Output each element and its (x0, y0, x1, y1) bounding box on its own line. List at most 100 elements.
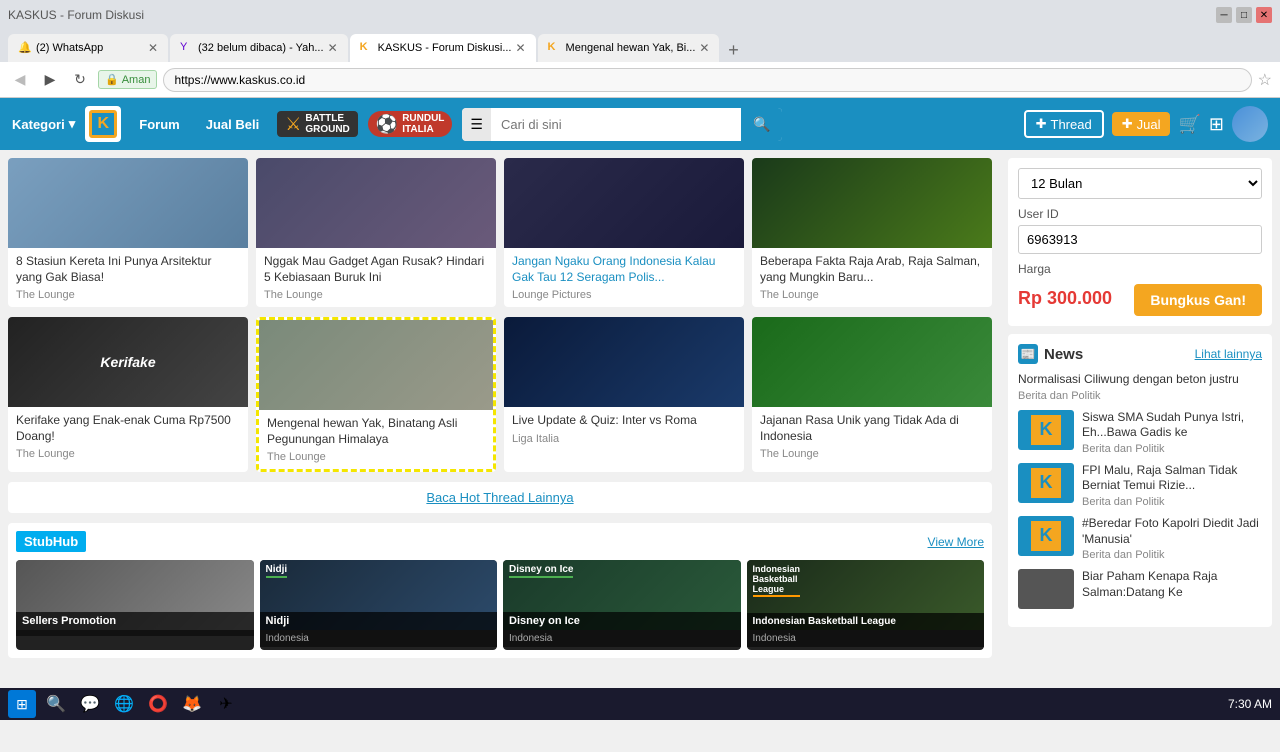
taskbar-mozilla[interactable]: 🦊 (178, 690, 206, 718)
article-card[interactable]: Beberapa Fakta Raja Arab, Raja Salman, y… (752, 158, 992, 307)
news-headline: Normalisasi Ciliwung dengan beton justru (1018, 372, 1262, 388)
news-item[interactable]: Normalisasi Ciliwung dengan beton justru… (1018, 372, 1262, 402)
battle-ground-button[interactable]: ⚔ BATTLE GROUND (277, 111, 358, 137)
event-label: Sellers Promotion (16, 612, 254, 630)
article-info: Beberapa Fakta Raja Arab, Raja Salman, y… (752, 248, 992, 307)
news-item[interactable]: Biar Paham Kenapa Raja Salman:Datang Ke (1018, 569, 1262, 609)
news-category: Berita dan Politik (1082, 496, 1262, 508)
taskbar-telegram[interactable]: ✈ (212, 690, 240, 718)
article-card[interactable]: Jajanan Rasa Unik yang Tidak Ada di Indo… (752, 317, 992, 472)
tab-kaskus[interactable]: K KASKUS - Forum Diskusi... ✕ (350, 34, 536, 62)
forum-nav[interactable]: Forum (131, 117, 187, 132)
event-card-ibl[interactable]: IndonesianBasketballLeague Indonesian Ba… (747, 560, 985, 650)
news-thumbnail: K (1018, 410, 1074, 450)
event-grid: Sellers Promotion Nidji Nidji Indonesia … (16, 560, 984, 650)
header-right: ✚ Thread ✚ Jual 🛒 ⊞ (1024, 106, 1268, 142)
news-category: Berita dan Politik (1018, 390, 1262, 402)
thread-button[interactable]: ✚ Thread (1024, 110, 1104, 138)
yahoo-favicon: Y (180, 41, 194, 55)
kategori-button[interactable]: Kategori ▾ (12, 116, 75, 132)
news-headline: FPI Malu, Raja Salman Tidak Berniat Temu… (1082, 463, 1262, 494)
article-category: The Lounge (760, 448, 984, 460)
stubhub-section: StubHub View More Sellers Promotion Nidj… (8, 523, 992, 658)
article-card[interactable]: Kerifake Kerifake yang Enak-enak Cuma Rp… (8, 317, 248, 472)
search-toggle-button[interactable]: ☰ (462, 108, 491, 141)
taskbar-cortana[interactable]: 💬 (76, 690, 104, 718)
tab-yahoo[interactable]: Y (32 belum dibaca) - Yah... ✕ (170, 34, 348, 62)
article-category: The Lounge (267, 451, 485, 463)
hot-thread-link[interactable]: Baca Hot Thread Lainnya (8, 482, 992, 513)
news-item[interactable]: K FPI Malu, Raja Salman Tidak Berniat Te… (1018, 463, 1262, 508)
bungkus-button[interactable]: Bungkus Gan! (1134, 284, 1262, 316)
user-avatar[interactable] (1232, 106, 1268, 142)
event-card-nidji[interactable]: Nidji Nidji Indonesia (260, 560, 498, 650)
jual-beli-nav[interactable]: Jual Beli (198, 117, 267, 132)
cart-icon[interactable]: 🛒 (1178, 114, 1200, 135)
jual-button[interactable]: ✚ Jual (1112, 112, 1171, 136)
tab-kaskus-close[interactable]: ✕ (515, 41, 525, 55)
rundul-button[interactable]: ⚽ RUNDULITALIA (368, 111, 453, 137)
event-footer: Indonesia (503, 630, 741, 647)
url-input[interactable] (163, 68, 1251, 92)
news-item[interactable]: K #Beredar Foto Kapolri Diedit Jadi 'Man… (1018, 516, 1262, 561)
article-title: Jangan Ngaku Orang Indonesia Kalau Gak T… (512, 254, 736, 285)
lihat-lainnya-link[interactable]: Lihat lainnya (1195, 347, 1262, 361)
taskbar-item[interactable]: 🔍 (42, 690, 70, 718)
search-submit-button[interactable]: 🔍 (741, 108, 782, 141)
back-button[interactable]: ◀ (8, 68, 32, 92)
article-title: Mengenal hewan Yak, Binatang Asli Pegunu… (267, 416, 485, 447)
tab-whatsapp[interactable]: 🔔 (2) WhatsApp ✕ (8, 34, 168, 62)
article-info: Nggak Mau Gadget Agan Rusak? Hindari 5 K… (256, 248, 496, 307)
kaskus-logo-inner: K (89, 110, 117, 138)
search-input[interactable] (491, 109, 741, 140)
news-category: Berita dan Politik (1082, 549, 1262, 561)
tab-yak-title: Mengenal hewan Yak, Bi... (566, 42, 696, 54)
news-headline: #Beredar Foto Kapolri Diedit Jadi 'Manus… (1082, 516, 1262, 547)
grid-icon[interactable]: ⊞ (1209, 114, 1224, 135)
tab-whatsapp-close[interactable]: ✕ (148, 41, 158, 55)
article-category: The Lounge (16, 448, 240, 460)
firefox-icon: 🦊 (182, 694, 202, 714)
telegram-icon: ✈ (219, 694, 232, 714)
tab-yahoo-close[interactable]: ✕ (328, 41, 338, 55)
news-item[interactable]: K Siswa SMA Sudah Punya Istri, Eh...Bawa… (1018, 410, 1262, 455)
subscription-select[interactable]: 12 Bulan (1018, 168, 1262, 199)
event-footer: Indonesia (747, 630, 985, 647)
taskbar-chrome[interactable]: ⭕ (144, 690, 172, 718)
news-title: 📰 News (1018, 344, 1083, 364)
new-tab-button[interactable]: + (721, 38, 745, 62)
article-card[interactable]: Live Update & Quiz: Inter vs Roma Liga I… (504, 317, 744, 472)
article-card[interactable]: 8 Stasiun Kereta Ini Punya Arsitektur ya… (8, 158, 248, 307)
article-info: Jajanan Rasa Unik yang Tidak Ada di Indo… (752, 407, 992, 466)
minimize-btn[interactable]: ─ (1216, 7, 1232, 23)
tab-yak[interactable]: K Mengenal hewan Yak, Bi... ✕ (538, 34, 720, 62)
title-text: KASKUS - Forum Diskusi (8, 8, 144, 22)
view-more-link[interactable]: View More (928, 535, 984, 549)
start-button[interactable]: ⊞ (8, 690, 36, 718)
user-id-input[interactable] (1018, 225, 1262, 254)
title-bar: KASKUS - Forum Diskusi ─ □ ✕ (0, 0, 1280, 30)
whatsapp-favicon: 🔔 (18, 41, 32, 55)
forward-button[interactable]: ▶ (38, 68, 62, 92)
event-card-disney[interactable]: Disney on Ice Disney on Ice Indonesia (503, 560, 741, 650)
taskbar-ie[interactable]: 🌐 (110, 690, 138, 718)
news-icon: 📰 (1018, 344, 1038, 364)
bookmark-icon[interactable]: ☆ (1258, 70, 1272, 90)
kaskus-logo[interactable]: K (85, 106, 121, 142)
taskbar: ⊞ 🔍 💬 🌐 ⭕ 🦊 ✈ 7:30 AM (0, 688, 1280, 720)
tab-yak-close[interactable]: ✕ (699, 41, 709, 55)
battle-ground-text: BATTLE GROUND (305, 113, 349, 135)
article-card[interactable]: Nggak Mau Gadget Agan Rusak? Hindari 5 K… (256, 158, 496, 307)
reload-button[interactable]: ↻ (68, 68, 92, 92)
battle-ground-line1: BATTLE (305, 113, 349, 124)
window-controls: ─ □ ✕ (1216, 7, 1272, 23)
article-card[interactable]: Jangan Ngaku Orang Indonesia Kalau Gak T… (504, 158, 744, 307)
address-bar: ◀ ▶ ↻ 🔒 Aman ☆ (0, 62, 1280, 98)
harga-label: Harga (1018, 262, 1262, 276)
chrome-icon: ⭕ (148, 694, 168, 714)
close-btn[interactable]: ✕ (1256, 7, 1272, 23)
article-title: Live Update & Quiz: Inter vs Roma (512, 413, 736, 429)
event-card-sellers[interactable]: Sellers Promotion (16, 560, 254, 650)
article-card-highlighted[interactable]: Mengenal hewan Yak, Binatang Asli Pegunu… (256, 317, 496, 472)
maximize-btn[interactable]: □ (1236, 7, 1252, 23)
